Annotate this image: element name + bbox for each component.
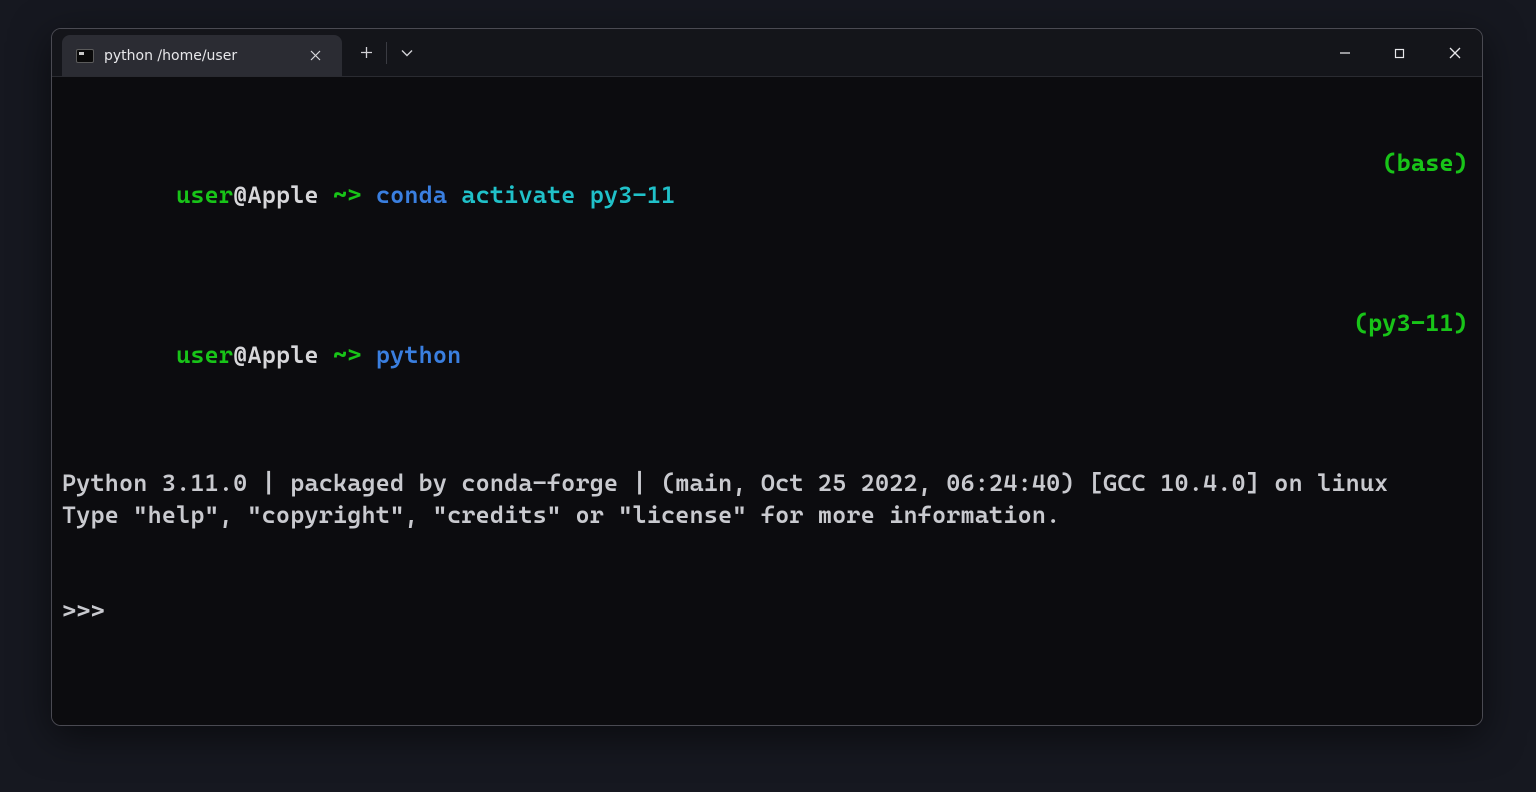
conda-env-indicator: (base) [1382, 147, 1472, 179]
prompt-at: @ [233, 341, 247, 369]
prompt-sep: > [347, 181, 376, 209]
maximize-icon [1394, 48, 1405, 59]
minimize-icon [1339, 47, 1351, 59]
new-tab-button[interactable] [348, 29, 384, 77]
conda-env-indicator: (py3-11) [1354, 307, 1472, 339]
tab-dropdown-button[interactable] [389, 29, 425, 77]
close-icon [1449, 47, 1461, 59]
tabbar-actions [348, 29, 425, 76]
prompt-host: Apple [247, 341, 318, 369]
prompt-user: user [176, 181, 233, 209]
python-repl-prompt: >>> [62, 595, 1472, 627]
tab-active[interactable]: python /home/user [62, 35, 342, 76]
tab-actions-divider [386, 42, 387, 64]
window-close-button[interactable] [1427, 29, 1482, 77]
window-minimize-button[interactable] [1317, 29, 1372, 77]
prompt-sep: > [347, 341, 376, 369]
command-conda: conda [376, 181, 447, 209]
prompt-path: ~ [319, 181, 348, 209]
chevron-down-icon [401, 49, 413, 57]
terminal-line: user@Apple ~> conda activate py3-11 (bas… [62, 147, 1472, 243]
close-icon [310, 50, 321, 61]
prompt-host: Apple [247, 181, 318, 209]
tab-title: python /home/user [104, 48, 237, 64]
terminal-body[interactable]: user@Apple ~> conda activate py3-11 (bas… [52, 77, 1482, 725]
terminal-window: python /home/user [51, 28, 1483, 726]
terminal-icon [76, 49, 94, 63]
terminal-line: user@Apple ~> python (py3-11) [62, 307, 1472, 403]
python-banner: Python 3.11.0 | packaged by conda-forge … [62, 467, 1472, 531]
window-maximize-button[interactable] [1372, 29, 1427, 77]
prompt-user: user [176, 341, 233, 369]
prompt-path: ~ [319, 341, 348, 369]
plus-icon [360, 46, 373, 59]
command-subcmd: activate [461, 181, 575, 209]
prompt-at: @ [233, 181, 247, 209]
titlebar: python /home/user [52, 29, 1482, 77]
tab-close-button[interactable] [302, 43, 328, 69]
command-arg: py3-11 [590, 181, 676, 209]
command-python: python [376, 341, 462, 369]
window-controls [1317, 29, 1482, 76]
